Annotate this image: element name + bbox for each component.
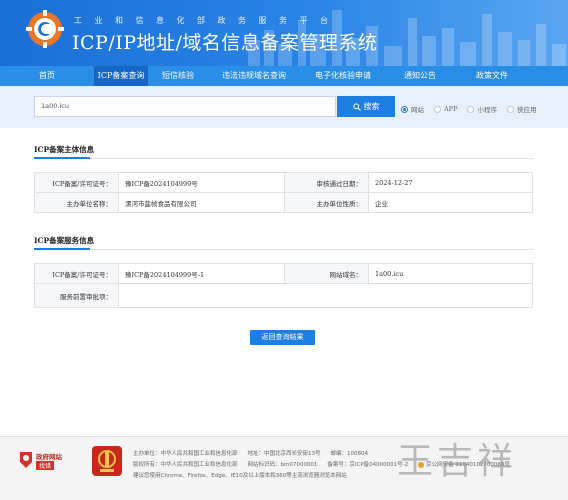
value-organizer-type: 企业 bbox=[368, 192, 533, 213]
search-button[interactable]: 搜索 bbox=[337, 96, 395, 117]
site-header: 工业和信息化部政务服务平台 ICP/IP地址/域名信息备案管理系统 bbox=[0, 0, 568, 66]
party-emblem-graphic bbox=[98, 450, 116, 472]
gov-badge-icon bbox=[20, 452, 32, 468]
radio-app[interactable]: APP bbox=[434, 105, 457, 113]
value-organizer-name: 漯河市莚帧食品有限公司 bbox=[118, 192, 285, 213]
section-divider bbox=[34, 157, 534, 159]
label-license-no: ICP备案/许可证号： bbox=[34, 172, 119, 193]
footer-icp-link[interactable]: 备案号：京ICP备04000001号-2 bbox=[327, 462, 408, 468]
table-row: ICP备案/许可证号： 豫ICP备2024104999号-1 网站域名： 1a0… bbox=[34, 263, 533, 284]
value-service-license-no: 豫ICP备2024104999号-1 bbox=[118, 263, 285, 284]
radio-dot bbox=[506, 105, 514, 113]
radio-website[interactable]: 网站 bbox=[401, 104, 424, 114]
nav-electronic-verify[interactable]: 电子化核验申请 bbox=[300, 66, 386, 86]
table-row: ICP备案/许可证号： 豫ICP备2024104999号 审核通过日期： 202… bbox=[34, 172, 533, 193]
value-pre-approval bbox=[118, 283, 533, 308]
radio-dot bbox=[467, 105, 475, 113]
label-approval-date: 审核通过日期： bbox=[284, 172, 369, 193]
system-title: ICP/IP地址/域名信息备案管理系统 bbox=[72, 32, 378, 54]
gov-badge-title: 政府网站 bbox=[36, 453, 62, 461]
search-icon bbox=[352, 103, 361, 111]
section-divider bbox=[34, 248, 534, 250]
ministry-logo bbox=[26, 10, 64, 48]
label-organizer-name: 主办单位名称： bbox=[34, 192, 119, 213]
table-row: 主办单位名称： 漯河市莚帧食品有限公司 主办单位性质： 企业 bbox=[34, 192, 533, 213]
footer-site-id: 网站标识码：bm07000001 bbox=[247, 462, 318, 468]
ministry-subtitle: 工业和信息化部政务服务平台 bbox=[74, 16, 341, 25]
search-type-options: 网站 APP 小程序 快应用 bbox=[401, 104, 546, 114]
section-accent-bar bbox=[34, 248, 90, 250]
service-info-table: ICP备案/许可证号： 豫ICP备2024104999号-1 网站域名： 1a0… bbox=[34, 263, 533, 308]
footer-copyright: 版权所有：中华人民共和国工业和信息化部 bbox=[133, 462, 238, 468]
value-approval-date: 2024-12-27 bbox=[368, 172, 533, 193]
footer-organizer: 主办单位：中华人民共和国工业和信息化部 bbox=[133, 451, 238, 457]
label-domain: 网站域名： bbox=[284, 263, 369, 284]
radio-dot bbox=[401, 105, 408, 113]
table-row: 服务前置审批项： bbox=[34, 283, 533, 308]
nav-illegal-domain-query[interactable]: 违法违规域名查询 bbox=[208, 66, 300, 86]
search-button-label: 搜索 bbox=[363, 102, 380, 111]
label-pre-approval: 服务前置审批项： bbox=[34, 283, 119, 308]
section-accent-bar bbox=[34, 157, 90, 159]
service-section-title: ICP备案服务信息 bbox=[34, 236, 95, 245]
radio-label: 网站 bbox=[411, 106, 424, 114]
nav-icp-query[interactable]: ICP备案查询 bbox=[94, 66, 148, 86]
subject-section-title: ICP备案主体信息 bbox=[34, 145, 95, 154]
label-service-license-no: ICP备案/许可证号： bbox=[34, 263, 119, 284]
nav-home[interactable]: 首页 bbox=[0, 66, 94, 86]
value-license-no: 豫ICP备2024104999号 bbox=[118, 172, 285, 193]
footer-postcode: 邮编：100804 bbox=[330, 451, 369, 457]
label-organizer-type: 主办单位性质： bbox=[284, 192, 369, 213]
search-input[interactable]: 1a00.icu bbox=[34, 96, 336, 117]
value-domain: 1a00.icu bbox=[368, 263, 533, 284]
party-emblem-icon[interactable] bbox=[92, 446, 122, 476]
back-to-results-button[interactable]: 返回查询结果 bbox=[250, 330, 315, 345]
footer-address: 地址：中国北京西长安街13号 bbox=[247, 451, 321, 457]
gov-site-error-report-badge[interactable]: 政府网站 找错 bbox=[18, 449, 68, 471]
radio-mini-program[interactable]: 小程序 bbox=[467, 104, 497, 114]
radio-label: 快应用 bbox=[516, 106, 537, 114]
watermark-text: 王吉祥 bbox=[397, 441, 518, 482]
radio-label: APP bbox=[444, 105, 458, 113]
radio-dot bbox=[434, 105, 441, 113]
nav-sms-verify[interactable]: 短信核验 bbox=[148, 66, 208, 86]
main-nav: 首页 ICP备案查询 短信核验 违法违规域名查询 电子化核验申请 通知公告 政策… bbox=[0, 66, 568, 86]
gov-badge-subtitle: 找错 bbox=[36, 461, 55, 470]
nav-policy-docs[interactable]: 政策文件 bbox=[454, 66, 530, 86]
radio-quick-app[interactable]: 快应用 bbox=[506, 104, 537, 114]
nav-notices[interactable]: 通知公告 bbox=[386, 66, 454, 86]
subject-info-table: ICP备案/许可证号： 豫ICP备2024104999号 审核通过日期： 202… bbox=[34, 172, 533, 213]
radio-label: 小程序 bbox=[477, 106, 497, 114]
footer-browser-tip: 建议您使用Chrome、Firefox、Edge、IE10及以上版本和360等主… bbox=[133, 473, 347, 479]
